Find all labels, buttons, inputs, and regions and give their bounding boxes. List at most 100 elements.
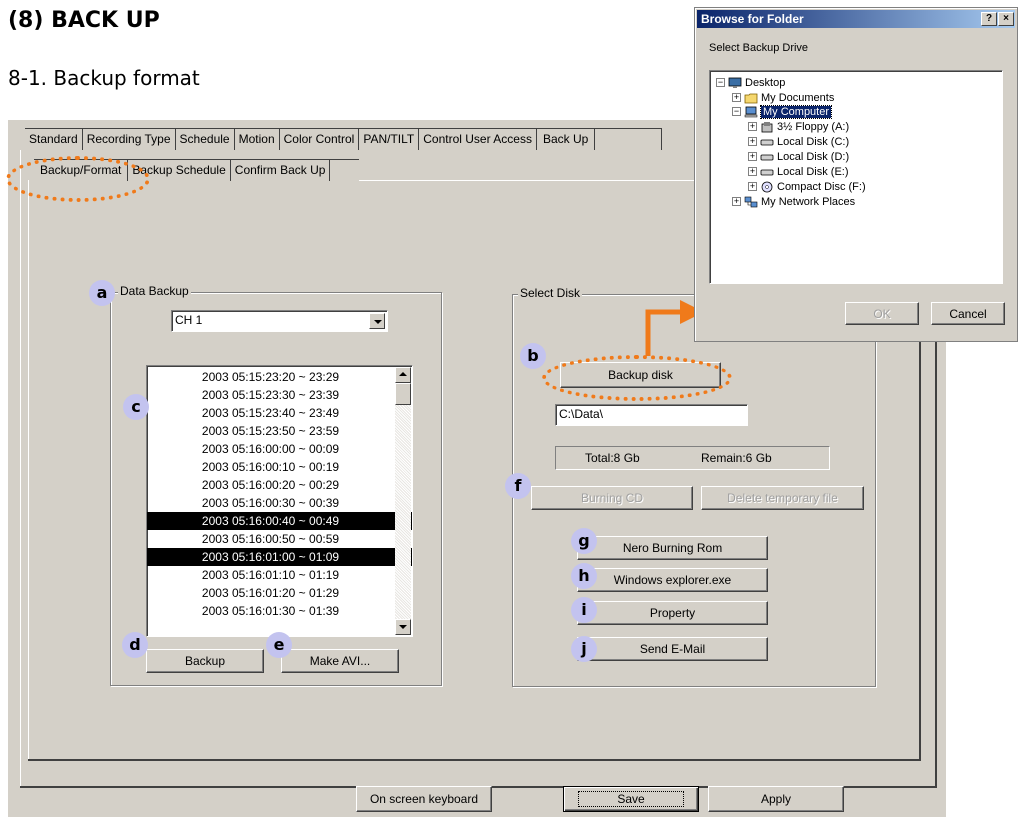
tree-label: Local Disk (C:)	[777, 136, 850, 148]
label-badge-d: d	[122, 632, 148, 658]
collapse-icon[interactable]: −	[732, 107, 741, 116]
label-badge-j: j	[571, 636, 597, 662]
expand-icon[interactable]: +	[748, 152, 757, 161]
tree-label: My Documents	[761, 92, 835, 104]
help-icon[interactable]: ?	[981, 12, 997, 26]
tree-item-disk-d[interactable]: Local Disk (D:)	[760, 150, 849, 164]
list-item[interactable]: 2003 05:16:00:10 ~ 00:19	[147, 458, 412, 476]
tree-item-my-computer[interactable]: My Computer	[744, 105, 833, 119]
tree-label: My Network Places	[761, 196, 856, 208]
tab-motion[interactable]: Motion	[234, 129, 280, 150]
apply-button[interactable]: Apply	[708, 786, 844, 812]
tree-item-floppy[interactable]: 3½ Floppy (A:)	[760, 120, 849, 134]
list-item[interactable]: 2003 05:16:01:00 ~ 01:09	[147, 548, 412, 566]
burning-cd-button[interactable]: Burning CD	[531, 486, 693, 510]
list-item[interactable]: 2003 05:15:23:20 ~ 23:29	[147, 368, 412, 386]
floppy-icon	[761, 122, 773, 133]
channel-value: CH 1	[175, 313, 203, 327]
chevron-down-icon[interactable]	[369, 313, 385, 329]
tree-label: Local Disk (D:)	[777, 151, 850, 163]
list-item[interactable]: 2003 05:16:01:10 ~ 01:19	[147, 566, 412, 584]
list-item[interactable]: 2003 05:15:23:50 ~ 23:59	[147, 422, 412, 440]
expand-icon[interactable]: +	[748, 182, 757, 191]
remain-space: Remain:6 Gb	[701, 451, 772, 465]
tree-label: Desktop	[745, 77, 786, 89]
label-badge-c: c	[123, 394, 149, 420]
list-item[interactable]: 2003 05:16:00:40 ~ 00:49	[147, 512, 412, 530]
tree-item-disk-e[interactable]: Local Disk (E:)	[760, 165, 849, 179]
label-badge-a: a	[89, 280, 115, 306]
windows-explorer-button[interactable]: Windows explorer.exe	[577, 568, 768, 592]
tree-item-disk-c[interactable]: Local Disk (C:)	[760, 135, 849, 149]
cancel-button[interactable]: Cancel	[931, 302, 1005, 325]
scroll-down-icon[interactable]	[395, 619, 411, 635]
channel-combo[interactable]: CH 1	[171, 310, 388, 332]
expand-icon[interactable]: +	[748, 122, 757, 131]
tab-pan-tilt[interactable]: PAN/TILT	[359, 129, 420, 150]
tab-recording-type[interactable]: Recording Type	[82, 129, 176, 150]
list-item[interactable]: 2003 05:15:23:30 ~ 23:39	[147, 386, 412, 404]
network-icon	[744, 196, 758, 208]
dialog-titlebar: Browse for Folder ? ×	[697, 10, 1015, 28]
send-email-button[interactable]: Send E-Mail	[577, 637, 768, 661]
main-tab-bar: Standard Recording Type Schedule Motion …	[25, 129, 596, 150]
tree-item-desktop[interactable]: Desktop	[728, 76, 785, 90]
backup-path-field[interactable]: C:\Data\	[555, 404, 748, 426]
tree-item-compact-disc[interactable]: Compact Disc (F:)	[760, 180, 866, 194]
folder-tree[interactable]: − Desktop + My Documents − My Computer +…	[709, 70, 1003, 284]
ok-button[interactable]: OK	[845, 302, 919, 325]
tree-item-network-places[interactable]: My Network Places	[744, 195, 855, 209]
delete-temporary-file-button[interactable]: Delete temporary file	[701, 486, 864, 510]
tab-schedule[interactable]: Schedule	[175, 129, 235, 150]
recording-list[interactable]: 2003 05:15:23:20 ~ 23:29 2003 05:15:23:3…	[146, 365, 413, 637]
list-item[interactable]: 2003 05:16:00:30 ~ 00:39	[147, 494, 412, 512]
browse-folder-dialog: Browse for Folder ? × Select Backup Driv…	[694, 7, 1018, 342]
label-badge-i: i	[571, 597, 597, 623]
expand-icon[interactable]: +	[748, 167, 757, 176]
hard-disk-icon	[760, 154, 774, 161]
tab-standard[interactable]: Standard	[25, 129, 83, 150]
list-item[interactable]: 2003 05:16:00:20 ~ 00:29	[147, 476, 412, 494]
dialog-title: Browse for Folder	[701, 12, 804, 26]
label-badge-h: h	[571, 563, 597, 589]
nero-burning-rom-button[interactable]: Nero Burning Rom	[577, 536, 768, 560]
list-item[interactable]: 2003 05:16:01:20 ~ 01:29	[147, 584, 412, 602]
label-badge-f: f	[505, 473, 531, 499]
on-screen-keyboard-button[interactable]: On screen keyboard	[356, 786, 492, 812]
list-item[interactable]: 2003 05:16:00:50 ~ 00:59	[147, 530, 412, 548]
backup-button[interactable]: Backup	[146, 649, 264, 673]
tab-color-control[interactable]: Color Control	[279, 129, 360, 150]
list-item[interactable]: 2003 05:15:23:40 ~ 23:49	[147, 404, 412, 422]
property-button[interactable]: Property	[577, 601, 768, 625]
tab-control-user-access[interactable]: Control User Access	[419, 129, 537, 150]
disk-space-display: Total:8 Gb Remain:6 Gb	[555, 446, 830, 470]
collapse-icon[interactable]: −	[716, 78, 725, 87]
data-backup-legend: Data Backup	[118, 284, 191, 298]
tree-label: My Computer	[759, 105, 833, 119]
scroll-up-icon[interactable]	[395, 367, 411, 383]
save-label: Save	[578, 791, 684, 807]
save-button[interactable]: Save	[563, 786, 699, 812]
list-item[interactable]: 2003 05:16:01:30 ~ 01:39	[147, 602, 412, 620]
tree-label: Local Disk (E:)	[777, 166, 849, 178]
tree-item-my-documents[interactable]: My Documents	[744, 91, 834, 105]
expand-icon[interactable]: +	[732, 93, 741, 102]
label-badge-b: b	[520, 343, 546, 369]
list-scrollbar[interactable]	[395, 367, 411, 635]
tab-back-up[interactable]: Back Up	[536, 129, 596, 150]
scroll-thumb[interactable]	[395, 383, 411, 405]
hard-disk-icon	[760, 139, 774, 146]
backup-path-value: C:\Data\	[559, 407, 604, 421]
make-avi-button[interactable]: Make AVI...	[281, 649, 399, 673]
dialog-instruction: Select Backup Drive	[709, 42, 809, 54]
tab-confirm-back-up[interactable]: Confirm Back Up	[230, 160, 331, 181]
list-item[interactable]: 2003 05:16:00:00 ~ 00:09	[147, 440, 412, 458]
close-icon[interactable]: ×	[998, 12, 1014, 26]
expand-icon[interactable]: +	[748, 137, 757, 146]
expand-icon[interactable]: +	[732, 197, 741, 206]
hard-disk-icon	[760, 169, 774, 176]
computer-icon	[744, 106, 758, 118]
tree-label: 3½ Floppy (A:)	[777, 121, 850, 133]
section-title: (8) BACK UP	[8, 8, 160, 33]
section-subtitle: 8-1. Backup format	[8, 66, 200, 90]
